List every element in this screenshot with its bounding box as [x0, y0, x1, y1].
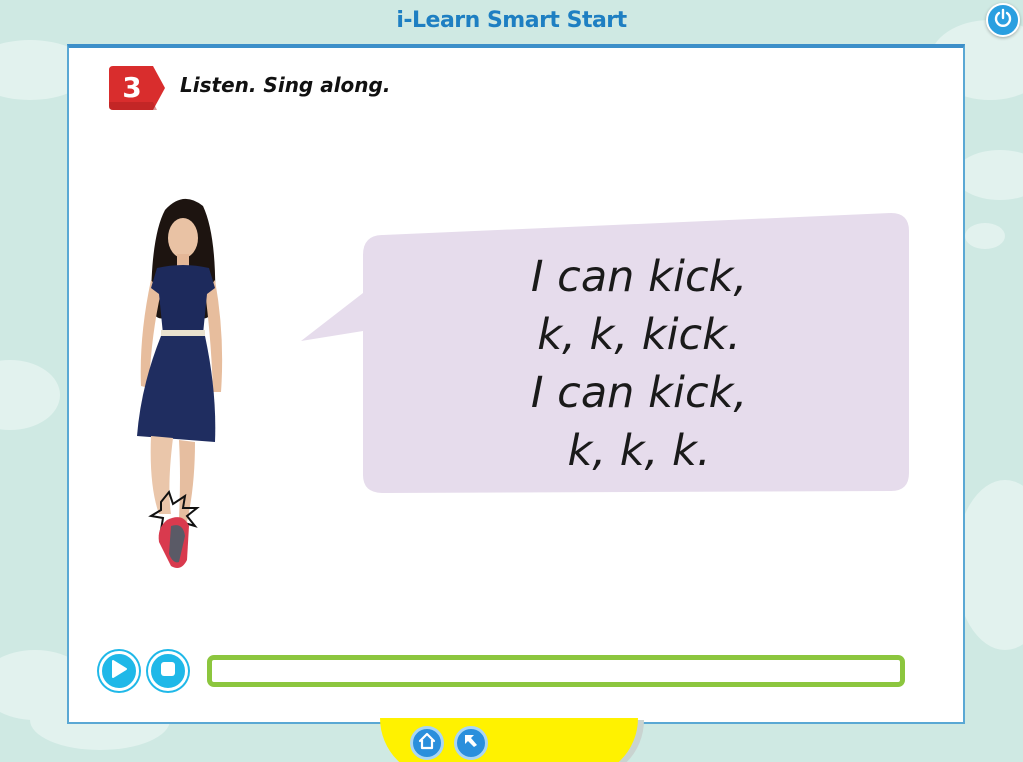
- home-button[interactable]: [410, 726, 444, 760]
- audio-progress-bar[interactable]: [207, 655, 905, 687]
- background-cloud: [955, 480, 1023, 650]
- activity-number: 3: [122, 71, 142, 104]
- background-cloud: [0, 360, 60, 430]
- play-button[interactable]: [99, 651, 139, 691]
- power-button[interactable]: [986, 3, 1020, 37]
- activity-instruction: Listen. Sing along.: [180, 73, 391, 97]
- back-button[interactable]: [454, 726, 488, 760]
- home-icon: [417, 731, 437, 756]
- lyric-line: k, k, kick.: [537, 310, 741, 360]
- background-cloud: [955, 150, 1023, 200]
- play-icon: [110, 659, 128, 684]
- activity-number-badge: 3: [107, 66, 167, 110]
- power-icon: [993, 8, 1013, 33]
- lyric-line: I can kick,: [530, 368, 748, 418]
- stop-button[interactable]: [148, 651, 188, 691]
- activity-panel: 3 Listen. Sing along. I can kick, k, k, …: [67, 44, 965, 724]
- lyric-line: I can kick,: [530, 252, 748, 302]
- song-lyrics: I can kick, k, k, kick. I can kick, k, k…: [364, 248, 914, 480]
- kicking-girl-image: [121, 196, 241, 576]
- background-cloud: [965, 223, 1005, 249]
- app-title: i-Learn Smart Start: [396, 8, 627, 33]
- back-arrow-icon: [461, 731, 481, 756]
- lyric-line: k, k, k.: [567, 426, 711, 476]
- stop-icon: [159, 660, 177, 683]
